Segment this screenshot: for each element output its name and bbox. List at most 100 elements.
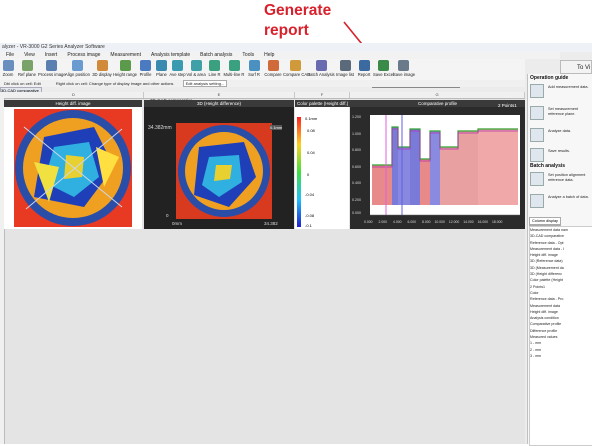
- window-title: alyzer - VR-3000 G2 Series Analyzer Soft…: [2, 44, 105, 50]
- ave-step-icon: [172, 60, 183, 71]
- profile-x-tick: 4.000: [393, 220, 402, 224]
- add-measurement-data-item[interactable]: Add measurement data.: [530, 84, 590, 98]
- batch-step-label: Set position alignment reference data.: [548, 173, 586, 182]
- palette-tick-4: -0.04: [305, 192, 315, 197]
- height-range-button[interactable]: Height range: [113, 59, 137, 80]
- menu-process-image[interactable]: Process image: [67, 52, 100, 58]
- palette-tick-2: 0.04: [307, 150, 315, 155]
- profile-x-tick: 6.000: [407, 220, 417, 224]
- report-icon: [358, 60, 370, 71]
- guide-step-icon: [530, 106, 544, 120]
- image-list-label: Image list: [336, 72, 354, 77]
- compare-cad-button[interactable]: Compare CAD: [283, 59, 310, 80]
- palette-caption: Color palette (Height diff.): [295, 100, 351, 107]
- profile-button[interactable]: Profile: [137, 59, 154, 80]
- batch-analysis-heading: Batch analysis: [530, 163, 566, 169]
- save-image-button[interactable]: Save image: [393, 59, 415, 80]
- height-diff-image-cell[interactable]: [4, 107, 142, 229]
- analyze-data-item[interactable]: Analyze data.: [530, 128, 590, 142]
- edit-analysis-setting-button[interactable]: Edit analysis setting...: [182, 80, 228, 87]
- palette-unit: 0.1mm: [305, 116, 318, 121]
- hint-bar: Dbl click on cell: Edit Right click on c…: [0, 80, 525, 87]
- palette-tick-5: -0.08: [305, 213, 315, 218]
- ref-plane-button[interactable]: Ref plane: [16, 59, 38, 80]
- surf-r-icon: [248, 60, 260, 71]
- column-d[interactable]: D: [4, 92, 144, 98]
- panel-tabs: Column displayMeasurement d: [529, 217, 592, 233]
- guide-step-label: Add measurement data.: [548, 85, 589, 89]
- batch-step-label: Analyze a batch of data.: [548, 195, 589, 199]
- profile-x-tick: 10.000: [434, 220, 445, 224]
- height-diff-image: [14, 109, 132, 227]
- menu-help[interactable]: Help: [264, 52, 274, 58]
- guide-step-icon: [530, 148, 544, 162]
- column-f[interactable]: F: [295, 92, 350, 98]
- zoom-label: Zoom: [2, 72, 14, 77]
- report-button[interactable]: Report: [355, 59, 373, 80]
- ave-step-button[interactable]: Ave step: [169, 59, 186, 80]
- column-header: D E F G: [0, 92, 525, 99]
- plane-label: Plane: [156, 72, 167, 77]
- guide-step-label: Set measurement reference plane.: [548, 107, 578, 116]
- plane-button[interactable]: Plane: [154, 59, 169, 80]
- 3d-caption: 3D (Height difference): [144, 100, 294, 107]
- menu-insert[interactable]: Insert: [45, 52, 58, 58]
- compare-button[interactable]: Compare: [263, 59, 283, 80]
- set-position-alignment-item[interactable]: Set position alignment reference data.: [530, 172, 590, 186]
- set-reference-plane-item[interactable]: Set measurement reference plane.: [530, 106, 590, 120]
- guide-step-label: Analyze data.: [548, 129, 572, 133]
- 3d-corner-label: 0.1mm: [270, 125, 283, 130]
- align-position-button[interactable]: Align position: [64, 59, 91, 80]
- surf-r-button[interactable]: Surf R: [245, 59, 263, 80]
- column-g[interactable]: G: [350, 92, 525, 98]
- menu-batch-analysis[interactable]: Batch analysis: [200, 52, 232, 58]
- color-palette-cell[interactable]: 0.1mm 0.08 0.04 0 -0.04 -0.08 -0.1: [295, 107, 349, 229]
- 3d-axis-z-label: 34.382mm: [148, 125, 172, 131]
- profile-y-tick-5: 0.400: [352, 181, 361, 185]
- process-image-button[interactable]: Process image: [38, 59, 66, 80]
- save-excel-icon: [377, 60, 389, 71]
- vol-area-button[interactable]: Vol & area: [186, 59, 206, 80]
- height-diff-caption: Height diff. image: [4, 100, 142, 107]
- menu-file[interactable]: File: [6, 52, 14, 58]
- tree-item[interactable]: 3 - mm: [530, 353, 592, 359]
- palette-tick-6: -0.1: [305, 223, 312, 228]
- hint-right-click: Right click on cell: Change type of disp…: [55, 81, 174, 86]
- profile-x-tick: 16.000: [477, 220, 488, 224]
- menu-view[interactable]: View: [24, 52, 35, 58]
- menu-bar: File View Insert Process image Measurement An…: [0, 52, 560, 59]
- height-range-label: Height range: [113, 72, 137, 77]
- profile-x-ticks: 0.000 2.000 4.000 6.000 8.000 10.000 12.000 14.…: [364, 220, 524, 224]
- profile-x-tick: 18.000: [492, 220, 503, 224]
- process-image-icon: [45, 60, 57, 71]
- guide-step-icon: [530, 84, 544, 98]
- column-tree[interactable]: Measurement data nam 3D-CAD comparative R…: [529, 226, 592, 446]
- multi-line-r-button[interactable]: Multi-line R: [223, 59, 245, 80]
- surf-r-label: Surf R: [248, 72, 260, 77]
- align-position-icon: [72, 60, 83, 71]
- comparative-profile-cell[interactable]: 1.200 1.000 0.800 0.600 0.400 0.200 0.00…: [350, 107, 525, 229]
- compare-icon: [267, 60, 279, 71]
- save-results-item[interactable]: Save results.: [530, 148, 590, 162]
- 3d-height-difference-cell[interactable]: 34.382mm 0.1mm 0mm 34.382 0: [144, 107, 294, 229]
- save-excel-button[interactable]: Save Excel: [373, 59, 394, 80]
- menu-tools[interactable]: Tools: [242, 52, 254, 58]
- tab-column-display[interactable]: Column display: [529, 217, 561, 225]
- window-titlebar: alyzer - VR-3000 G2 Series Analyzer Soft…: [0, 43, 592, 52]
- image-list-icon: [339, 60, 351, 71]
- menu-analysis-template[interactable]: Analysis template: [151, 52, 190, 58]
- batch-step-icon: [530, 194, 544, 208]
- comparative-profile-chart: [370, 115, 520, 216]
- batch-analysis-button[interactable]: Batch Analysis: [307, 59, 335, 80]
- analyze-batch-item[interactable]: Analyze a batch of data.: [530, 194, 590, 208]
- 3d-display-button[interactable]: 3D display: [91, 59, 113, 80]
- image-list-button[interactable]: Image list: [335, 59, 355, 80]
- zoom-button[interactable]: Zoom: [0, 59, 16, 80]
- to-viewer-button[interactable]: To Vi: [560, 60, 592, 74]
- menu-measurement[interactable]: Measurement: [110, 52, 141, 58]
- profile-y-tick-4: 0.600: [352, 165, 361, 169]
- zoom-icon: [2, 60, 14, 71]
- line-r-button[interactable]: Line R: [206, 59, 223, 80]
- profile-x-tick: 0.000: [364, 220, 373, 224]
- plane-icon: [156, 60, 167, 71]
